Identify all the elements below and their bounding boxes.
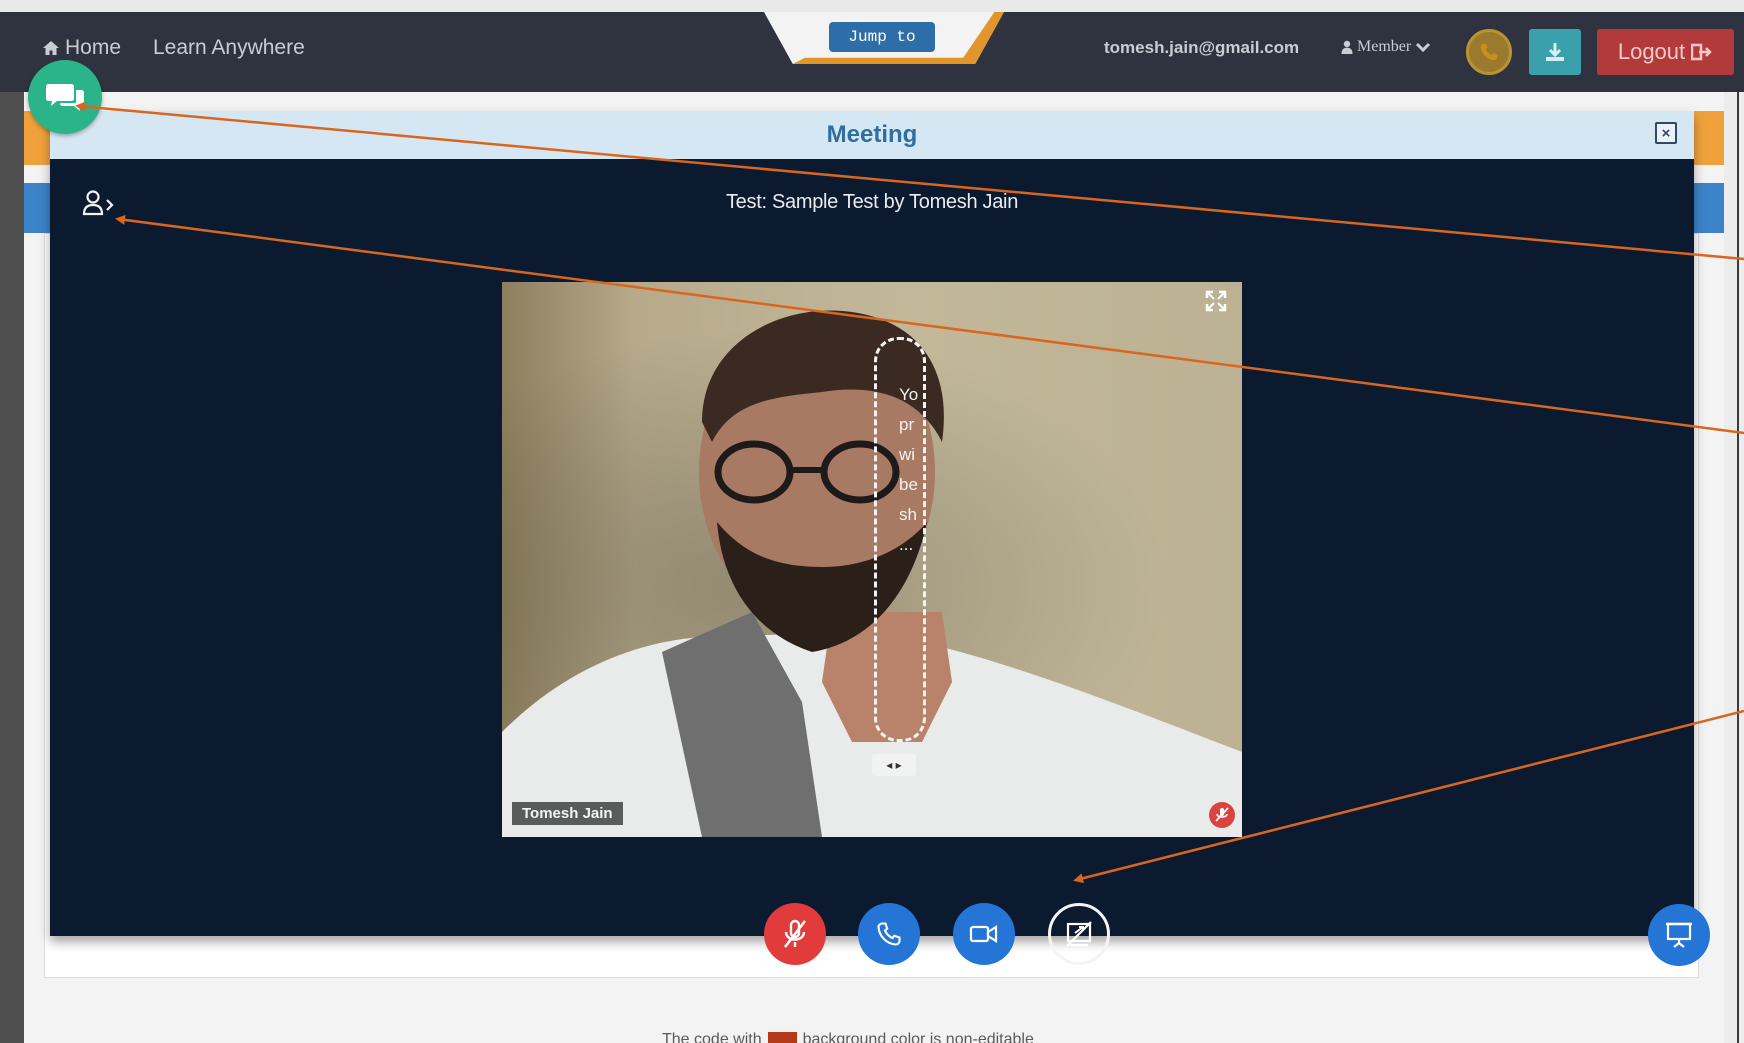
captions-resize-handle[interactable]: ◂ ▸ (872, 754, 916, 776)
chat-button[interactable] (28, 60, 102, 134)
fullscreen-button[interactable] (1201, 286, 1231, 316)
meeting-title: Test: Sample Test by Tomesh Jain (725, 191, 1019, 213)
window-right-line (1737, 62, 1739, 1043)
participant-video[interactable]: Yo pr wi be sh ... ◂ ▸ Tomesh Jain (502, 282, 1242, 837)
chat-bubbles-icon (46, 84, 84, 111)
user-email: tomesh.jain@gmail.com (1104, 38, 1300, 57)
call-button[interactable] (1466, 29, 1512, 75)
caption-line: wi (899, 445, 916, 464)
caption-line: be (899, 475, 918, 494)
chevron-down-icon (1416, 42, 1431, 53)
member-dropdown[interactable]: Member (1341, 38, 1431, 56)
mic-off-icon (783, 919, 807, 948)
footer-note: The code with background color is non-ed… (662, 1031, 1034, 1043)
logout-label: Logout (1617, 39, 1686, 64)
toggle-microphone-button[interactable] (764, 903, 826, 965)
mic-off-icon (1215, 807, 1229, 822)
phone-icon (877, 922, 901, 946)
non-editable-color-swatch (767, 1032, 797, 1043)
home-icon (43, 41, 59, 55)
download-icon (1546, 43, 1564, 61)
captions-panel: Yo pr wi be sh ... (874, 337, 926, 742)
meeting-body: Test: Sample Test by Tomesh Jain Yo pr w… (50, 159, 1710, 966)
nav-learn-anywhere-link[interactable]: Learn Anywhere (153, 36, 305, 60)
participant-figure (502, 310, 1242, 837)
caption-line: Yo (899, 385, 919, 404)
caption-line: ... (899, 535, 914, 554)
footer-note-after: background color is non-editable (802, 1031, 1034, 1043)
logout-icon (1691, 43, 1712, 61)
phone-icon (1480, 43, 1498, 61)
presentation-button[interactable] (1648, 904, 1710, 966)
navbar-top-strip (0, 0, 1744, 12)
expand-icon (1205, 290, 1227, 312)
caption-line: pr (899, 415, 915, 434)
toggle-screen-share-button[interactable] (1048, 903, 1110, 965)
jump-to-button[interactable]: Jump to (829, 22, 935, 52)
window-left-border (0, 0, 24, 1043)
screen-share-off-icon (1066, 921, 1092, 947)
participant-muted-badge (1209, 802, 1235, 828)
close-icon: × (1661, 124, 1671, 142)
toggle-audio-call-button[interactable] (858, 903, 920, 965)
toggle-camera-button[interactable] (953, 903, 1015, 965)
top-navbar: Home Learn Anywhere Jump to tomesh.jain@… (0, 0, 1744, 92)
meeting-modal: Meeting × Test: Sample Test by Tomesh Ja… (50, 111, 1710, 966)
modal-header: Meeting × (50, 111, 1694, 159)
download-button[interactable] (1529, 29, 1581, 75)
modal-title: Meeting (826, 121, 918, 148)
window-right-edge (1724, 0, 1744, 1043)
nav-home-label: Home (65, 36, 122, 59)
member-label: Member (1357, 38, 1412, 55)
participant-name-tag: Tomesh Jain (512, 802, 623, 825)
page: The code with background color is non-ed… (0, 0, 1744, 1043)
close-modal-button[interactable]: × (1655, 122, 1677, 144)
user-icon (1341, 40, 1353, 54)
presentation-icon (1666, 922, 1692, 948)
footer-note-before: The code with (662, 1031, 762, 1043)
caption-line: sh (899, 505, 917, 524)
video-camera-icon (969, 925, 998, 943)
logout-button[interactable]: Logout (1597, 29, 1734, 75)
nav-home-link[interactable]: Home (42, 36, 121, 60)
